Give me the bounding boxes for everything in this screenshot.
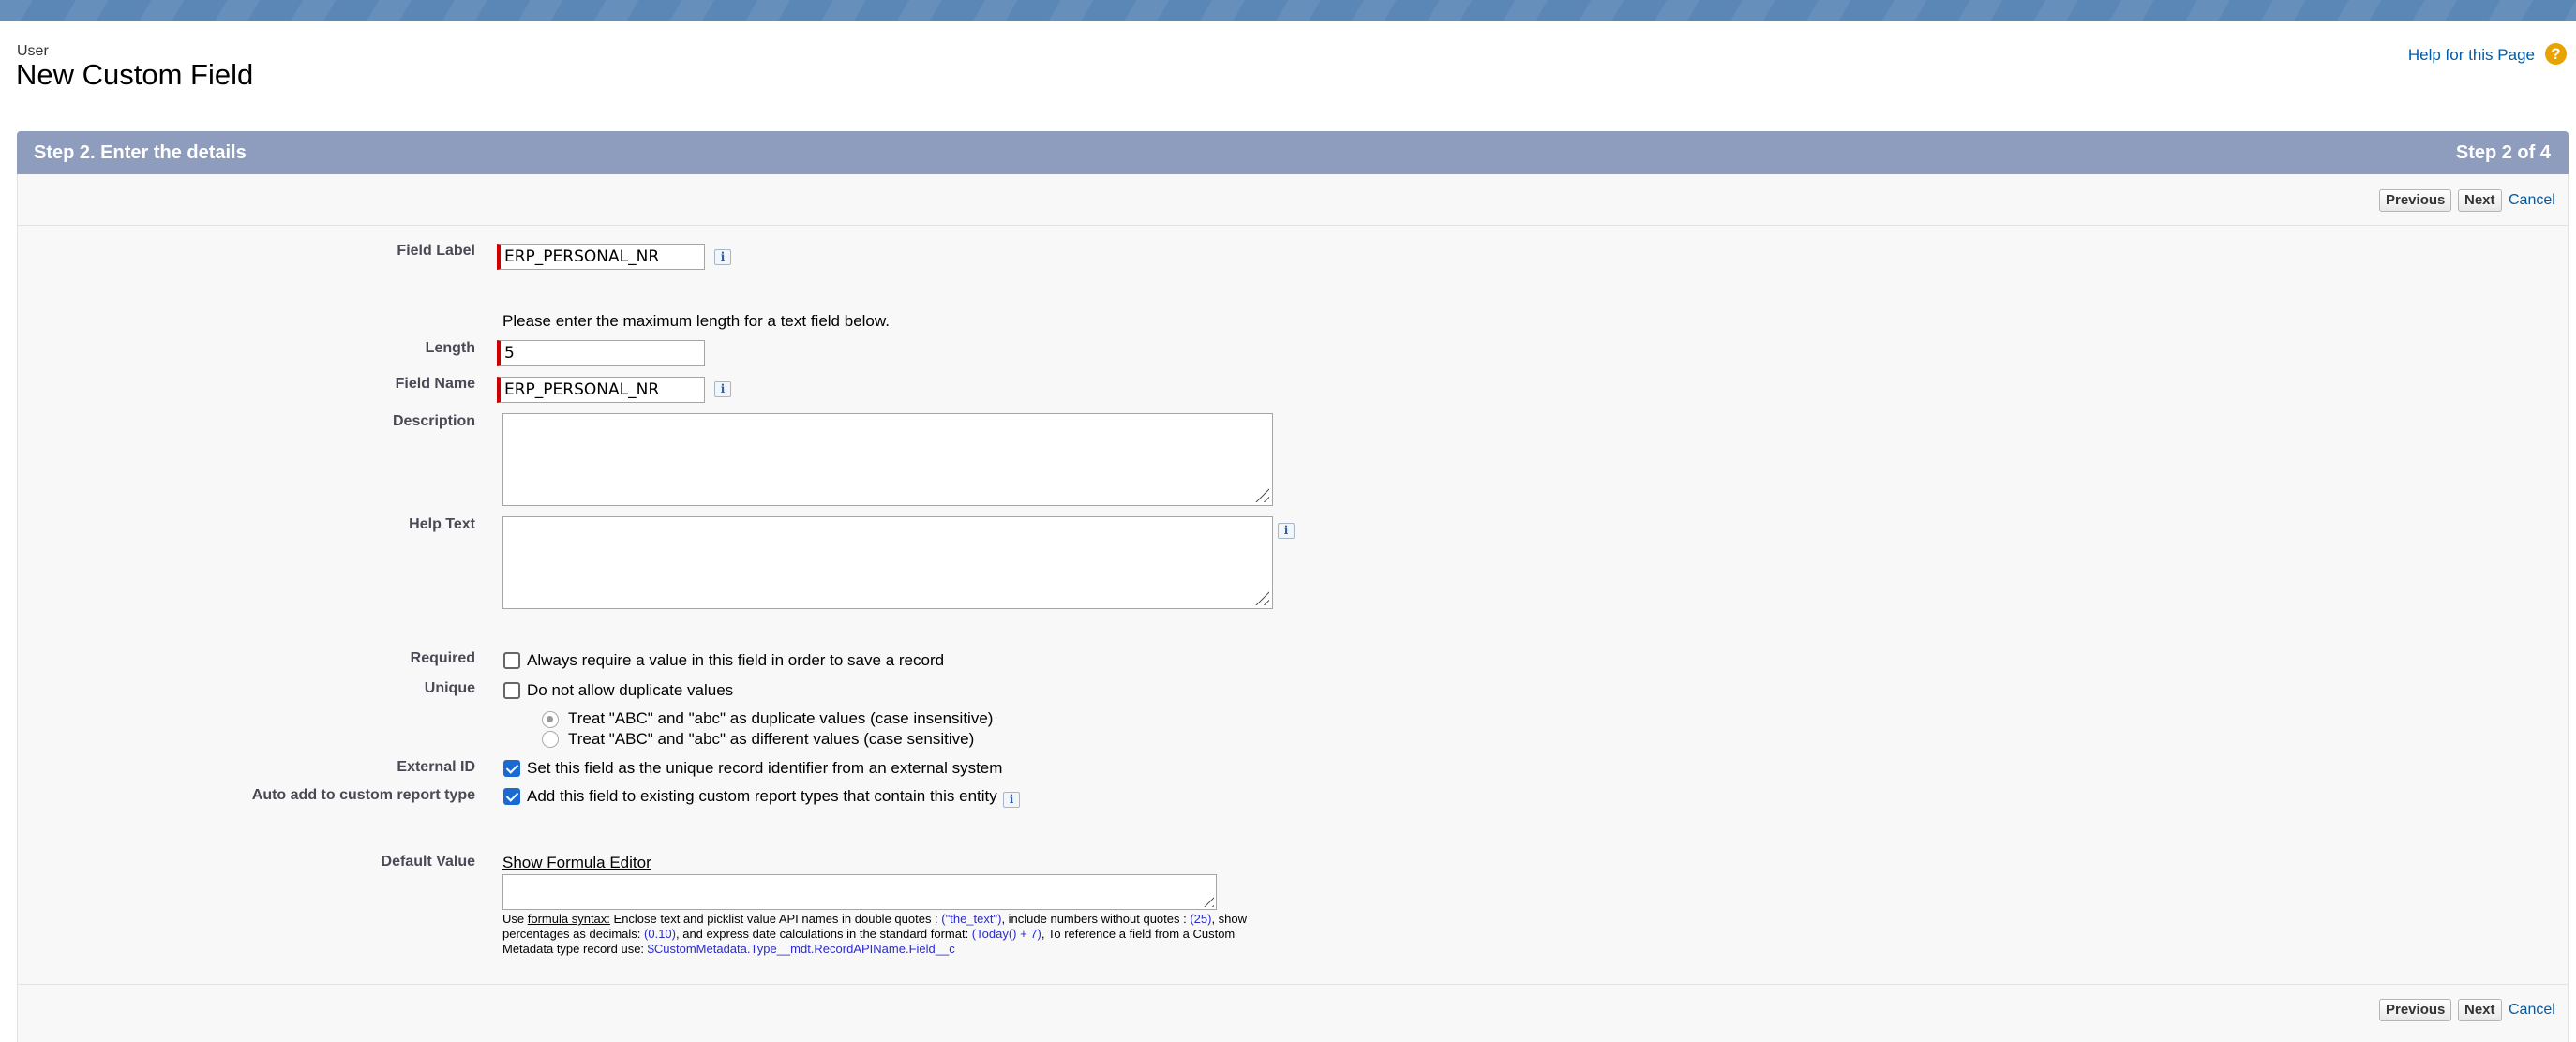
info-icon[interactable]: i [1278,523,1295,539]
hint-code-number: (25) [1190,912,1212,926]
required-text: Always require a value in this field in … [527,651,945,669]
hint-code-date: (Today() + 7) [971,927,1041,941]
hint-code-text: ("the_text") [941,912,1002,926]
help-text-textarea[interactable] [502,516,1273,609]
auto-add-text: Add this field to existing custom report… [527,787,997,805]
resize-grip-icon[interactable] [1252,485,1269,502]
external-id-checkbox[interactable] [503,760,520,777]
default-value-label: Default Value [381,854,475,870]
formula-syntax-link[interactable]: formula syntax: [528,912,610,926]
form-panel [17,174,2569,1042]
info-icon[interactable]: i [714,249,731,265]
auto-add-checkbox[interactable] [503,788,520,805]
case-sensitive-text: Treat "ABC" and "abc" as different value… [568,730,975,748]
top-banner [0,0,2576,21]
help-question-icon[interactable]: ? [2545,43,2567,65]
top-button-divider [17,225,2569,226]
auto-add-label: Auto add to custom report type [251,787,475,803]
field-label-input[interactable] [497,244,705,270]
unique-checkbox[interactable] [503,682,520,699]
help-for-page-link[interactable]: Help for this Page [2408,46,2535,65]
case-insensitive-radio[interactable] [542,711,559,728]
cancel-link-top[interactable]: Cancel [2509,192,2555,209]
external-id-text: Set this field as the unique record iden… [527,759,1003,777]
hint-use: Use [502,912,525,926]
field-label-label: Field Label [397,243,475,259]
resize-grip-icon[interactable] [1252,588,1269,605]
length-input[interactable] [497,340,705,366]
length-label: Length [425,340,475,356]
page-title: New Custom Field [16,58,254,91]
description-textarea[interactable] [502,413,1273,506]
field-name-input[interactable] [497,377,705,403]
step-header: Step 2. Enter the details Step 2 of 4 [17,131,2569,174]
external-id-label: External ID [397,759,475,775]
required-label: Required [410,650,475,666]
hint-text-2: , include numbers without quotes : [1001,912,1191,926]
help-text-label: Help Text [409,516,475,532]
bottom-button-divider [17,984,2569,985]
next-button-top[interactable]: Next [2458,189,2502,212]
length-note: Please enter the maximum length for a te… [502,312,890,330]
resize-grip-icon[interactable] [1199,892,1214,907]
hint-code-percent: (0.10) [644,927,676,941]
info-icon[interactable]: i [1003,792,1020,808]
show-formula-editor-link[interactable]: Show Formula Editor [502,854,651,872]
next-button-bottom[interactable]: Next [2458,999,2502,1021]
description-label: Description [392,413,475,429]
info-icon[interactable]: i [714,381,731,397]
step-title: Step 2. Enter the details [34,142,247,163]
field-name-label: Field Name [395,376,475,392]
previous-button-bottom[interactable]: Previous [2379,999,2452,1021]
cancel-link-bottom[interactable]: Cancel [2509,1002,2555,1019]
hint-text-1: Enclose text and picklist value API name… [609,912,942,926]
required-checkbox[interactable] [503,652,520,669]
unique-label: Unique [424,680,475,696]
default-value-textarea[interactable] [502,874,1217,910]
formula-syntax-hint: Use formula syntax: Enclose text and pic… [502,912,1252,957]
step-count: Step 2 of 4 [2455,142,2551,163]
case-sensitive-radio[interactable] [542,731,559,748]
case-insensitive-text: Treat "ABC" and "abc" as duplicate value… [568,709,994,727]
unique-text: Do not allow duplicate values [527,681,734,699]
hint-code-metadata: $CustomMetadata.Type__mdt.RecordAPIName.… [647,942,955,956]
previous-button-top[interactable]: Previous [2379,189,2452,212]
hint-text-4: , and express date calculations in the s… [676,927,972,941]
